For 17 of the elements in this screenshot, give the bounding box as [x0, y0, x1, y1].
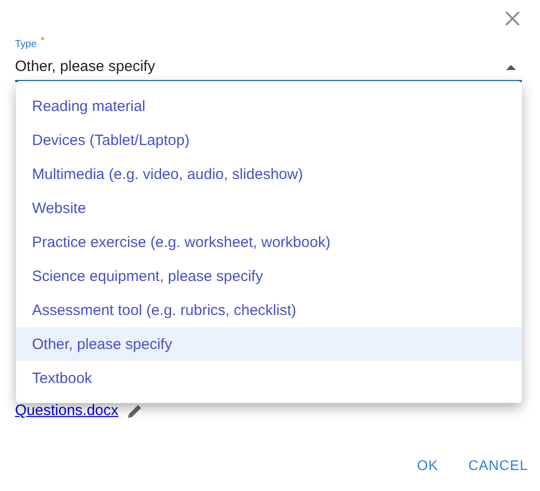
- file-link[interactable]: Questions.docx: [15, 402, 118, 419]
- required-mark: *: [41, 36, 45, 45]
- menu-item[interactable]: Practice exercise (e.g. worksheet, workbook): [16, 225, 522, 259]
- menu-item[interactable]: Other, please specify: [16, 327, 522, 361]
- menu-item[interactable]: Assessment tool (e.g. rubrics, checklist): [16, 293, 522, 327]
- menu-item[interactable]: Reading material: [16, 89, 522, 123]
- select-value: Other, please specify: [15, 58, 156, 76]
- menu-item[interactable]: Science equipment, please specify: [16, 259, 522, 293]
- dialog-button[interactable]: CANCEL: [468, 453, 528, 477]
- menu-item[interactable]: Textbook: [16, 361, 522, 395]
- caret-icon: [506, 64, 516, 70]
- menu-item[interactable]: Multimedia (e.g. video, audio, slideshow): [16, 157, 522, 191]
- menu-item[interactable]: Website: [16, 191, 522, 225]
- dialog-button[interactable]: OK: [416, 453, 438, 477]
- menu-item[interactable]: Devices (Tablet/Laptop): [16, 123, 522, 157]
- close-icon: [504, 10, 520, 26]
- field-label: Type: [15, 39, 38, 51]
